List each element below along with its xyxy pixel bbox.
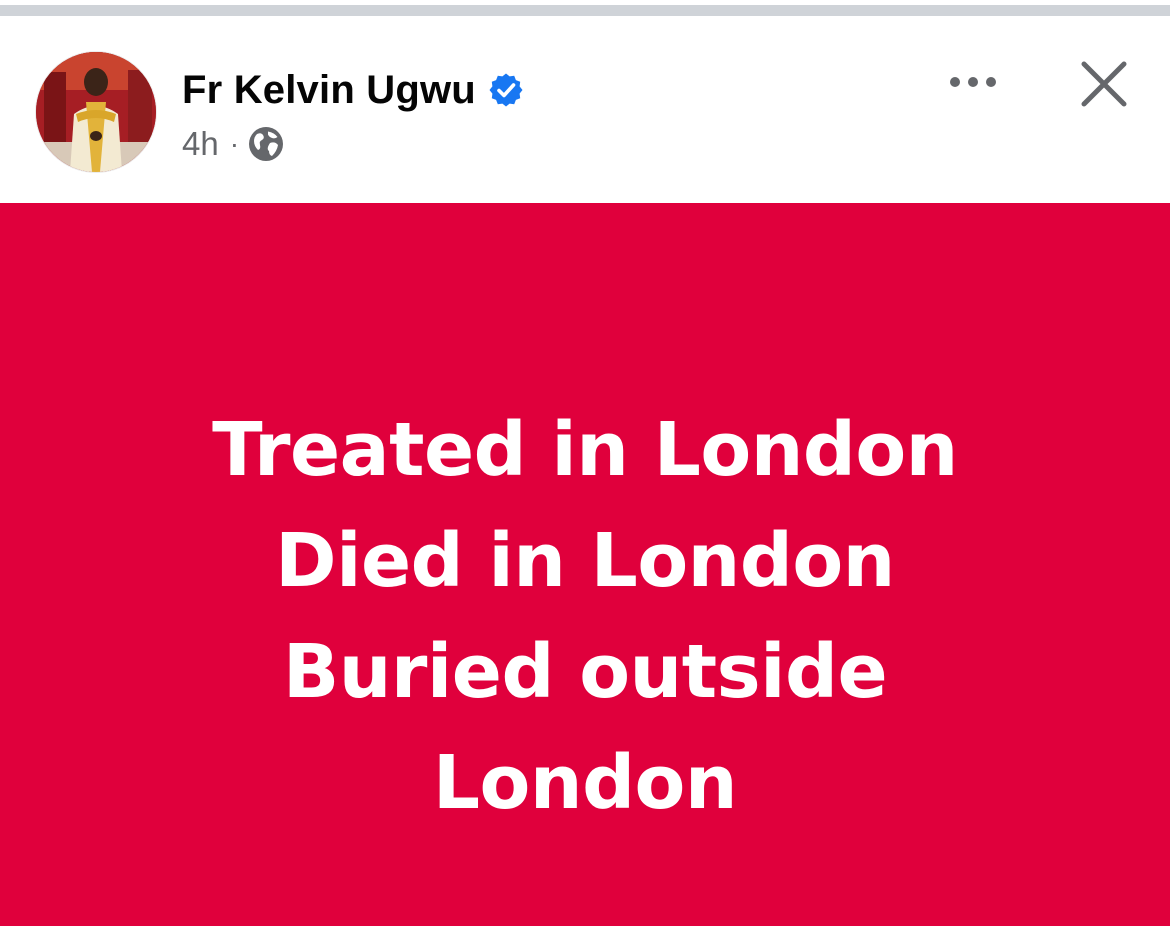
divider-bar (0, 5, 1170, 16)
post-text-line: London (432, 740, 738, 826)
close-icon (1081, 61, 1127, 107)
post-text-line: Buried outside (282, 629, 888, 715)
author-name[interactable]: Fr Kelvin Ugwu (182, 68, 476, 113)
verified-badge-icon (488, 72, 524, 108)
meta-separator: · (229, 128, 240, 159)
top-divider (0, 0, 1170, 18)
post-meta: 4h · (182, 124, 284, 164)
more-options-button[interactable] (940, 62, 1006, 102)
post-text-line: Treated in London (212, 407, 958, 493)
more-options-icon (950, 77, 996, 87)
post-text: Treated in London Died in London Buried … (85, 395, 1085, 839)
author-row: Fr Kelvin Ugwu (182, 66, 524, 114)
post-text-line: Died in London (275, 518, 895, 604)
close-button[interactable] (1074, 54, 1134, 114)
post-time[interactable]: 4h (182, 125, 219, 163)
globe-icon[interactable] (248, 126, 284, 162)
avatar[interactable] (36, 52, 156, 172)
post-content[interactable]: Treated in London Died in London Buried … (0, 203, 1170, 926)
avatar-image (36, 52, 156, 172)
post-header: Fr Kelvin Ugwu 4h · (0, 18, 1170, 203)
